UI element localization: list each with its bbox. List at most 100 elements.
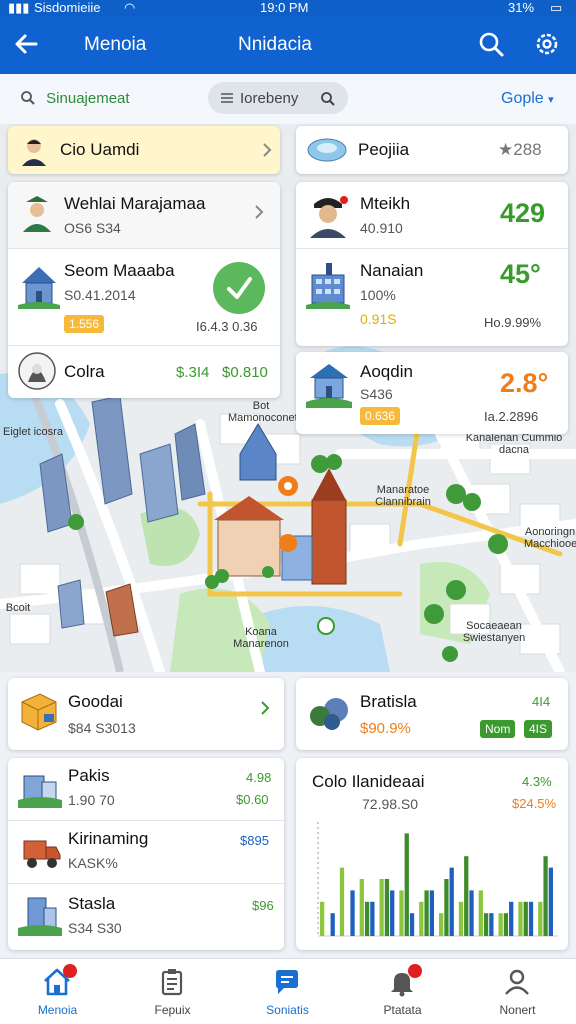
rating-card[interactable]: Peojiia ★288 [296,126,568,174]
list-item-sub: KASK% [68,855,118,871]
chart-bar [359,879,364,936]
page-title: Nnidacia [238,34,312,55]
settings-gear-icon[interactable] [532,29,562,59]
officer-avatar-icon [20,194,54,237]
back-arrow-icon[interactable] [10,28,42,60]
list-item-sub: 100% [360,287,396,303]
list-item[interactable]: Stasla S34 S30 $96 [8,884,284,948]
chart-bar [449,867,454,936]
search-icon[interactable] [476,29,506,59]
left-place-list: Wehlai Marajamaa OS6 S34 Seom Maaaba S0.… [8,182,280,398]
list-item[interactable]: Seom Maaaba S0.41.2014 1.556 I6.4.3 0.36 [8,249,280,345]
list-item-sub: $84 S3013 [68,720,136,736]
chart-bar [523,901,528,936]
list-item-sub: S34 S30 [68,920,122,936]
chart-bar [509,901,514,936]
status-badge-2: 4IS [524,720,553,738]
list-item-value-2: $0.810 [222,364,268,381]
list-item-badge: 0.636 [360,407,401,425]
list-item[interactable]: Pakis 1.90 70 4.98 $0.60 [8,758,284,820]
list-item[interactable]: Mteikh 40.910 429 [296,182,568,248]
app-bar: Menoia Nnidacia [0,16,576,74]
user-profile-icon [505,969,529,995]
stadium-icon [306,134,348,171]
tab-profile[interactable]: Nonert [460,959,575,1024]
clock: 19:0 PM [260,0,309,15]
chevron-right-icon [255,205,264,219]
location-label: Sinuajemeat [46,90,130,107]
bottom-list-card-1[interactable]: Goodai $84 S3013 [8,678,284,750]
chart-bar [404,833,409,936]
list-item-badge: 0.91S [360,311,397,327]
list-item-score: 2.8° [500,368,549,398]
list-item-name: Colra [64,362,105,381]
location-selector[interactable]: Sinuajemeat [20,90,130,107]
carrier-label: Sisdomieiie [34,0,101,15]
truck-vehicle-icon [18,831,62,876]
list-item[interactable]: Kirinaming KASK% $895 [8,821,284,883]
chart-bar [498,913,503,936]
bar-chart [317,822,558,937]
tab-label: Menoia [37,1003,78,1017]
wifi-icon: ◠ [124,0,136,15]
list-item-score: 429 [500,198,546,228]
featured-place-name: Cio Uamdi [60,140,140,159]
list-item-value: $895 [240,833,269,848]
tab-messages[interactable]: Soniatis [230,959,345,1024]
list-item-sub: S436 [360,386,393,402]
chart-bar [439,913,444,936]
chart-bar [350,890,355,936]
city-block-icon [18,768,62,813]
chart-bar [390,890,395,936]
bottom-info-card[interactable]: Bratisla $90.9% 4I4 Nom 4IS [296,678,568,750]
list-item[interactable]: Nanaian 100% 0.91S 45° Ho.9.99% [296,249,568,346]
chart-value-1: 4.3% [522,774,552,789]
tower-building-icon [18,894,62,941]
right-place-card-3[interactable]: Aoqdin S436 0.636 2.8° Ia.2.2896 [296,352,568,434]
chart-bar [543,856,548,936]
map-label-8: Bcoit [5,602,31,614]
list-item[interactable]: Colra $.3I4 $0.810 [8,346,280,398]
portrait-avatar-icon [18,352,56,395]
tab-label: Nonert [499,1003,536,1017]
list-item-name: Kirinaming [68,829,149,848]
featured-place-card[interactable]: Cio Uamdi [8,126,280,174]
checkmark-circle-icon[interactable] [212,261,266,320]
chart-bar [330,913,335,936]
map-search-input[interactable]: Iorebeny [208,82,348,114]
chart-bar [483,913,489,936]
tab-alerts[interactable]: Ptatata [345,959,460,1024]
list-item-name: Wehlai Marajamaa [64,194,206,213]
list-item-name: Aoqdin [360,362,413,381]
status-bar: ▮▮▮ Sisdomieiie ◠ 19:0 PM 31% ▭ [0,0,576,16]
clipboard-icon [161,969,183,996]
chart-card[interactable]: Colo Ilanideaai 72.98.S0 4.3% $24.5% [296,758,568,950]
chart-bar [548,867,553,936]
rating-value: ★288 [498,140,542,159]
bottom-nav: Menoia Fepuix Soniatis Ptatata Nonert [0,958,576,1024]
chart-bar [489,913,494,936]
tab-label: Ptatata [383,1003,422,1017]
list-item-name: Nanaian [360,261,424,280]
chart-subtitle: 72.98.S0 [362,796,419,812]
chart-bar [364,901,370,936]
menu-icon [221,93,233,103]
list-item-sub: $90.9% [360,720,411,737]
right-place-list: Mteikh 40.910 429 Nanaian 100% 0.91S 45°… [296,182,568,346]
list-item-score: 45° [500,259,541,289]
list-item-sub: OS6 S34 [64,220,121,236]
tab-documents[interactable]: Fepuix [115,959,230,1024]
search-row: Sinuajemeat Iorebeny Gople ▾ [0,74,576,124]
tab-home[interactable]: Menoia [0,959,115,1024]
chart-bar [464,856,469,936]
list-item-name: Stasla [68,894,116,913]
list-item[interactable]: Wehlai Marajamaa OS6 S34 [8,182,280,248]
notification-dot [63,964,77,978]
google-dropdown[interactable]: Gople ▾ [501,90,554,108]
chart-bar [528,901,534,936]
list-item-value: 4I4 [532,694,551,709]
list-item-extra: Ia.2.2896 [484,409,539,424]
status-badge: Nom [480,720,516,738]
list-item-sub: S0.41.2014 [64,287,136,303]
bottom-list-card-2: Pakis 1.90 70 4.98 $0.60 Kirinaming KASK… [8,758,284,950]
